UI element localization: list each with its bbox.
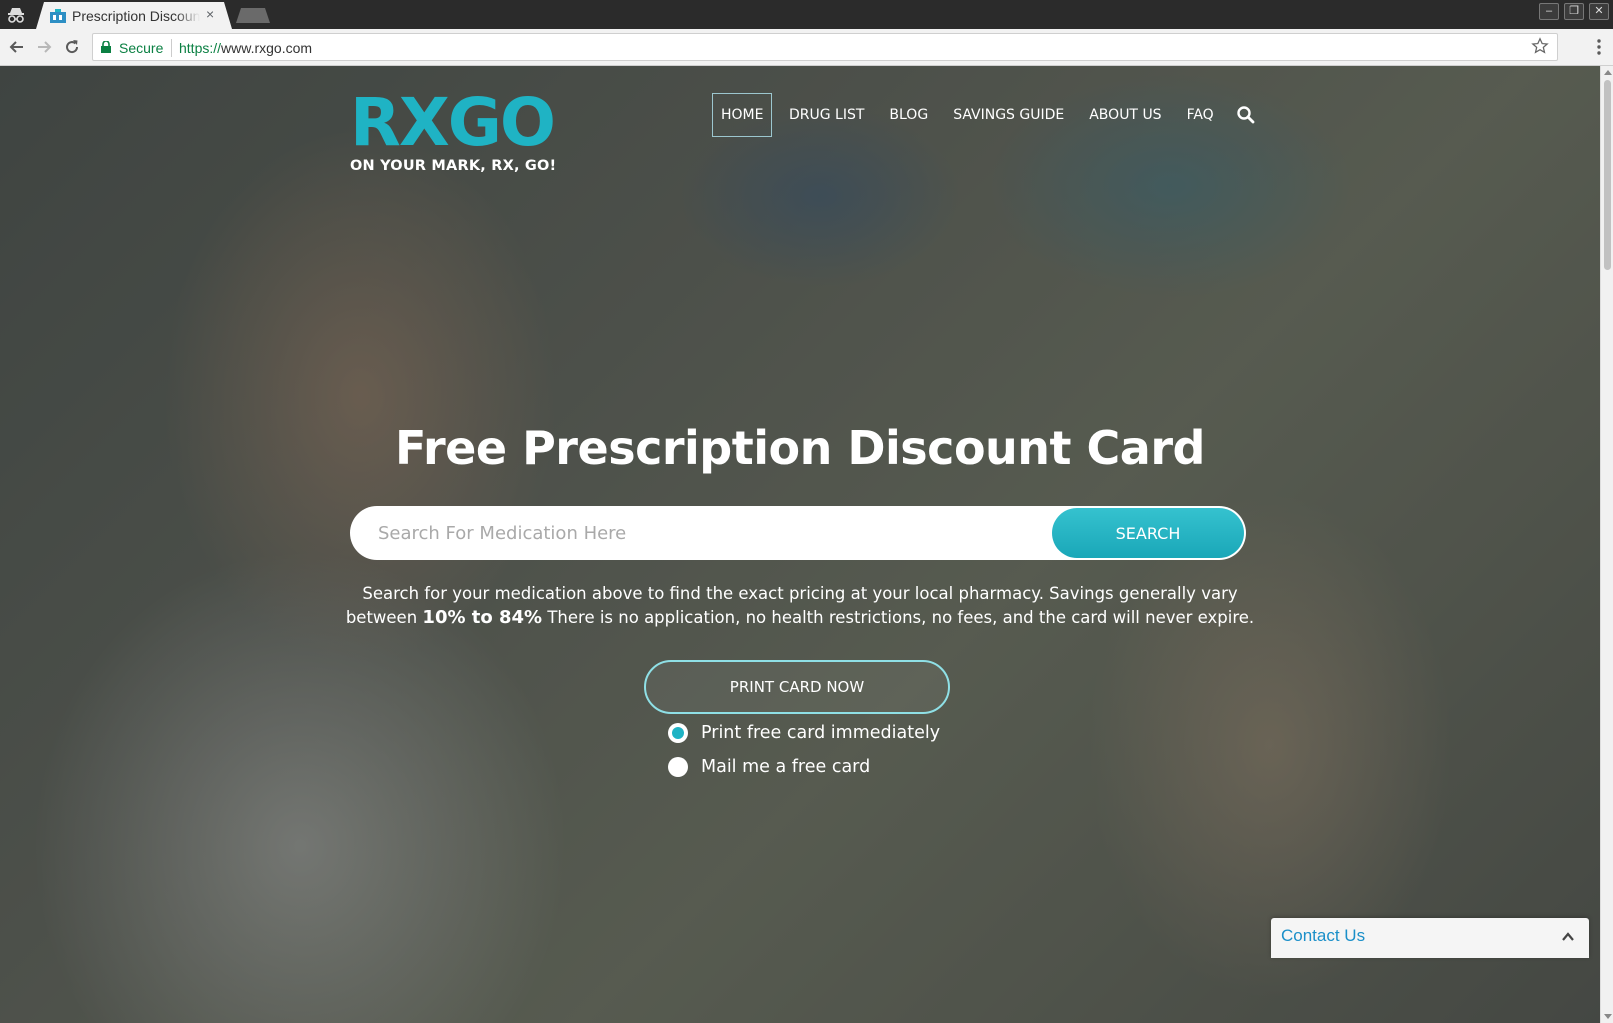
radio-label-print: Print free card immediately <box>701 723 941 743</box>
nav-item-home[interactable]: HOME <box>712 93 773 137</box>
nav-item-faq[interactable]: FAQ <box>1174 93 1226 137</box>
pharmacy-favicon-icon <box>50 9 66 23</box>
minimize-button[interactable]: – <box>1539 3 1559 20</box>
logo-tagline: ON YOUR MARK, RX, GO! <box>350 158 557 174</box>
medication-search-bar: SEARCH <box>350 506 1246 560</box>
browser-tabstrip: Prescription Discount Card × – ❐ ✕ <box>0 0 1613 29</box>
reload-icon[interactable] <box>62 37 82 57</box>
tab-close-icon[interactable]: × <box>206 6 214 22</box>
contact-us-label: Contact Us <box>1281 926 1366 945</box>
bookmark-star-icon[interactable] <box>1531 37 1549 55</box>
logo-wordmark: RXGO <box>350 84 556 161</box>
savings-range: 10% to 84% <box>422 607 543 628</box>
hero-description-tail: There is no application, no health restr… <box>542 608 1255 627</box>
url-scheme: https:// <box>179 40 222 56</box>
browser-menu-icon[interactable] <box>1597 39 1601 55</box>
back-arrow-icon[interactable] <box>7 37 27 57</box>
page-scrollbar[interactable] <box>1600 66 1613 1023</box>
chevron-up-icon[interactable] <box>1561 930 1575 944</box>
tab-title: Prescription Discount Card <box>72 8 200 24</box>
contact-us-widget[interactable]: Contact Us <box>1271 918 1589 958</box>
radio-mail-card[interactable] <box>668 757 688 777</box>
search-icon[interactable] <box>1236 105 1256 125</box>
scroll-down-arrow[interactable] <box>1604 1014 1612 1019</box>
scroll-thumb[interactable] <box>1604 80 1611 270</box>
url-host: www.rxgo.com <box>221 40 313 56</box>
nav-item-drug-list[interactable]: DRUG LIST <box>776 93 876 137</box>
hero-description: Search for your medication above to find… <box>340 582 1260 630</box>
medication-search-input[interactable] <box>378 506 1038 560</box>
lock-icon <box>101 41 111 53</box>
search-button[interactable]: SEARCH <box>1052 508 1244 558</box>
hero-section: RXGO ON YOUR MARK, RX, GO! HOME DRUG LIS… <box>0 66 1600 1023</box>
url-text[interactable]: https://www.rxgo.com <box>179 40 312 56</box>
incognito-icon <box>8 8 24 23</box>
scroll-up-arrow[interactable] <box>1604 70 1612 75</box>
browser-tab-active[interactable]: Prescription Discount Card × <box>36 2 232 29</box>
print-card-button[interactable]: PRINT CARD NOW <box>644 660 950 714</box>
radio-print-immediately[interactable] <box>668 723 688 743</box>
nav-item-savings-guide[interactable]: SAVINGS GUIDE <box>941 93 1077 137</box>
omnibox-divider <box>171 39 172 57</box>
site-logo[interactable]: RXGO ON YOUR MARK, RX, GO! <box>350 80 556 180</box>
radio-label-mail: Mail me a free card <box>701 757 871 777</box>
nav-item-about-us[interactable]: ABOUT US <box>1077 93 1174 137</box>
address-bar[interactable]: Secure https://www.rxgo.com <box>92 33 1558 61</box>
hero-headline: Free Prescription Discount Card <box>395 421 1205 475</box>
main-nav: HOME DRUG LIST BLOG SAVINGS GUIDE ABOUT … <box>712 93 1256 137</box>
forward-arrow-icon[interactable] <box>34 37 54 57</box>
close-window-button[interactable]: ✕ <box>1589 3 1609 20</box>
new-tab-button[interactable] <box>236 8 270 23</box>
option-mail-card[interactable]: Mail me a free card <box>668 754 870 780</box>
restore-button[interactable]: ❐ <box>1564 3 1584 20</box>
browser-toolbar: Secure https://www.rxgo.com <box>0 29 1613 66</box>
window-controls: – ❐ ✕ <box>1539 3 1609 20</box>
nav-item-blog[interactable]: BLOG <box>877 93 941 137</box>
option-print-immediately[interactable]: Print free card immediately <box>668 720 940 746</box>
secure-label: Secure <box>119 40 164 56</box>
